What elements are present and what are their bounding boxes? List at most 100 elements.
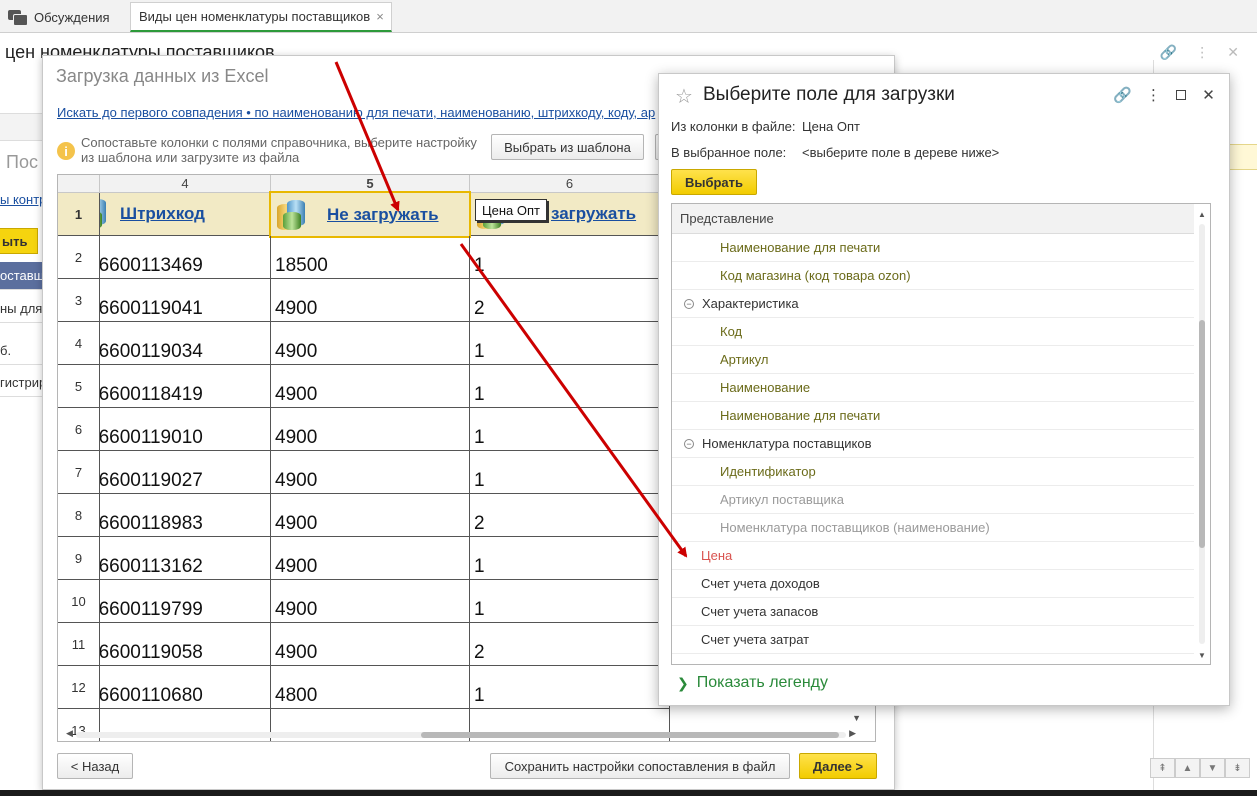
row-number: 6 bbox=[58, 408, 100, 451]
link-icon[interactable]: 🔗 bbox=[1113, 86, 1132, 104]
cell-barcode[interactable]: 36600119010 bbox=[100, 408, 271, 451]
back-button[interactable]: < Назад bbox=[57, 753, 133, 779]
close-icon[interactable]: ✕ bbox=[1200, 86, 1217, 104]
mapping-cell-selected[interactable]: Не загружать bbox=[269, 191, 471, 238]
cell-col6[interactable]: 1 bbox=[470, 537, 670, 580]
tree-item[interactable]: Наименование bbox=[672, 374, 1194, 402]
cell-barcode[interactable]: 36600119799 bbox=[100, 580, 271, 623]
link-icon[interactable]: 🔗 bbox=[1160, 44, 1177, 61]
close-icon[interactable]: ✕ bbox=[1227, 44, 1239, 61]
tree-item[interactable]: Наименование для печати bbox=[672, 402, 1194, 430]
up-icon[interactable]: ▲ bbox=[1175, 758, 1200, 778]
scroll-thumb[interactable] bbox=[1199, 320, 1205, 548]
cell-col6[interactable]: 2 bbox=[470, 494, 670, 537]
tree-item-label: Код bbox=[720, 324, 743, 339]
tree-item-label: Код магазина (код товара ozon) bbox=[720, 268, 911, 283]
tree-item[interactable]: Номенклатура поставщиков (наименование) bbox=[672, 514, 1194, 542]
vertical-scrollbar[interactable]: ▲ ▼ bbox=[1196, 204, 1208, 664]
cell-col6[interactable]: 1 bbox=[470, 580, 670, 623]
background-list-item[interactable]: гистрир bbox=[0, 369, 44, 397]
scroll-left-icon[interactable]: ◀ bbox=[66, 728, 73, 739]
row-number: 3 bbox=[58, 279, 100, 322]
next-button[interactable]: Далее > bbox=[799, 753, 877, 779]
background-list-item[interactable]: оставщ bbox=[0, 262, 44, 290]
background-list-item[interactable]: ны для bbox=[0, 295, 44, 323]
cell-price[interactable]: 4900 bbox=[271, 451, 470, 494]
choose-from-template-button[interactable]: Выбрать из шаблона bbox=[491, 134, 644, 160]
background-link[interactable]: ы контр bbox=[0, 192, 44, 207]
search-settings-link[interactable]: Искать до первого совпадения • по наимен… bbox=[57, 105, 663, 120]
scroll-up-icon[interactable]: ▲ bbox=[1198, 210, 1206, 219]
star-icon[interactable]: ☆ bbox=[675, 84, 693, 109]
tree-item[interactable]: Код bbox=[672, 318, 1194, 346]
tree-item[interactable]: − Номенклатура поставщиков bbox=[672, 430, 1194, 458]
cell-barcode[interactable]: 36600113469 bbox=[100, 236, 271, 279]
tree-item[interactable]: − Характеристика bbox=[672, 290, 1194, 318]
mapping-label[interactable]: загружать bbox=[551, 204, 636, 224]
cell-col6[interactable]: 1 bbox=[470, 451, 670, 494]
cell-price[interactable]: 4900 bbox=[271, 408, 470, 451]
cell-barcode[interactable]: 36600119027 bbox=[100, 451, 271, 494]
background-list-item[interactable]: б. bbox=[0, 337, 44, 365]
save-mapping-button[interactable]: Сохранить настройки сопоставления в файл bbox=[490, 753, 790, 779]
cell-price[interactable]: 4900 bbox=[271, 322, 470, 365]
collapse-icon[interactable]: − bbox=[684, 438, 694, 449]
tree-item[interactable]: Артикул поставщика bbox=[672, 486, 1194, 514]
cell-col6[interactable]: 1 bbox=[470, 236, 670, 279]
cell-price[interactable]: 4900 bbox=[271, 623, 470, 666]
show-legend-toggle[interactable]: ❯ Показать легенду bbox=[677, 674, 828, 692]
scroll-right-icon[interactable]: ▶ bbox=[849, 728, 856, 739]
tree-item[interactable]: Счет учета затрат bbox=[672, 626, 1194, 654]
cell-price[interactable]: 4900 bbox=[271, 279, 470, 322]
cell-col6[interactable]: 1 bbox=[470, 666, 670, 709]
scroll-down-icon[interactable]: ▼ bbox=[852, 713, 861, 723]
field-tree[interactable]: Представление Наименование для печати Код… bbox=[671, 203, 1211, 665]
tree-item[interactable]: Код магазина (код товара ozon) bbox=[672, 262, 1194, 290]
tab-discussions[interactable]: Обсуждения bbox=[0, 2, 126, 32]
cell-barcode[interactable]: 36600119034 bbox=[100, 322, 271, 365]
collapse-icon[interactable]: − bbox=[684, 298, 694, 309]
horizontal-scrollbar[interactable]: ◀ ▶ bbox=[66, 728, 866, 739]
cell-price[interactable]: 4800 bbox=[271, 666, 470, 709]
down-icon[interactable]: ▼ bbox=[1200, 758, 1225, 778]
cell-barcode[interactable]: 36600119041 bbox=[100, 279, 271, 322]
mapping-label[interactable]: Не загружать bbox=[327, 205, 439, 225]
tab-supplier-price-types[interactable]: Виды цен номенклатуры поставщиков × bbox=[130, 2, 392, 32]
cell-barcode[interactable]: 36600118419 bbox=[100, 365, 271, 408]
more-icon[interactable]: ⋮ bbox=[1145, 86, 1162, 104]
tree-item[interactable]: Идентификатор bbox=[672, 458, 1194, 486]
cell-price[interactable]: 4900 bbox=[271, 494, 470, 537]
cell-col6[interactable]: 2 bbox=[470, 279, 670, 322]
tree-item[interactable]: Артикул bbox=[672, 346, 1194, 374]
cell-col6[interactable]: 1 bbox=[470, 408, 670, 451]
cell-col6[interactable]: 1 bbox=[470, 365, 670, 408]
tree-item[interactable]: Цена bbox=[672, 542, 1194, 570]
column-header-4[interactable]: 4 bbox=[100, 175, 271, 193]
first-page-icon[interactable]: ⇞ bbox=[1150, 758, 1175, 778]
cell-barcode[interactable]: 36600110680 bbox=[100, 666, 271, 709]
cell-barcode[interactable]: 36600118983 bbox=[100, 494, 271, 537]
last-page-icon[interactable]: ⇟ bbox=[1225, 758, 1250, 778]
mapping-cell-barcode[interactable]: Штрихкод bbox=[100, 193, 271, 236]
scroll-down-icon[interactable]: ▼ bbox=[1198, 651, 1206, 660]
cell-col6[interactable]: 1 bbox=[470, 322, 670, 365]
column-header-6[interactable]: 6 bbox=[470, 175, 670, 193]
tree-item[interactable]: Счет учета запасов bbox=[672, 598, 1194, 626]
choose-button[interactable]: Выбрать bbox=[671, 169, 757, 195]
cell-barcode[interactable]: 36600113162 bbox=[100, 537, 271, 580]
cell-col6[interactable]: 2 bbox=[470, 623, 670, 666]
more-icon[interactable]: ⋮ bbox=[1195, 44, 1209, 61]
scroll-thumb[interactable] bbox=[421, 732, 839, 738]
database-icon bbox=[275, 198, 309, 232]
cell-price[interactable]: 4900 bbox=[271, 365, 470, 408]
close-tab-icon[interactable]: × bbox=[376, 9, 384, 24]
mapping-label[interactable]: Штрихкод bbox=[120, 204, 205, 224]
background-yellow-button[interactable]: ыть bbox=[0, 228, 38, 254]
maximize-icon[interactable] bbox=[1176, 89, 1186, 100]
tree-item[interactable]: Наименование для печати bbox=[672, 234, 1194, 262]
cell-price[interactable]: 4900 bbox=[271, 580, 470, 623]
tree-item[interactable]: Счет учета доходов bbox=[672, 570, 1194, 598]
cell-price[interactable]: 18500 bbox=[271, 236, 470, 279]
cell-barcode[interactable]: 36600119058 bbox=[100, 623, 271, 666]
cell-price[interactable]: 4900 bbox=[271, 537, 470, 580]
